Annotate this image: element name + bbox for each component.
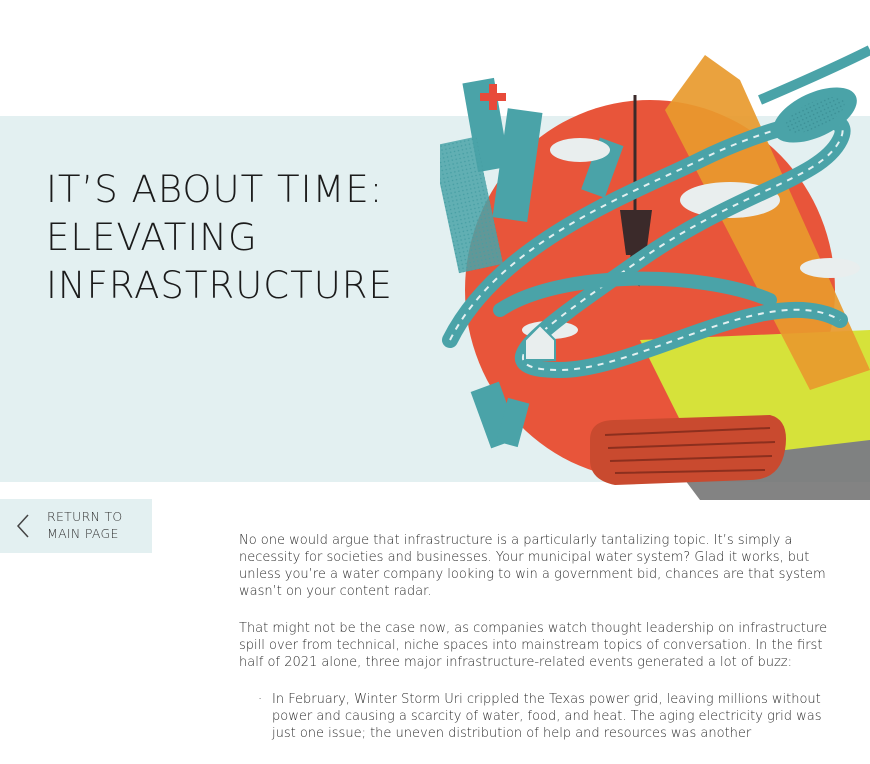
title-line-3: INFRASTRUCTURE [46, 264, 393, 307]
article-paragraph: No one would argue that infrastructure i… [239, 533, 826, 599]
article-paragraph: That might not be the case now, as compa… [239, 621, 828, 670]
return-to-main-button[interactable]: RETURN TO MAIN PAGE [0, 499, 152, 553]
title-line-2: ELEVATING [46, 216, 258, 259]
article-bullet-item: In February, Winter Storm Uri crippled t… [258, 691, 839, 742]
cloud-shape [550, 138, 610, 162]
infrastructure-illustration [440, 45, 870, 500]
page-title: IT’S ABOUT TIME: ELEVATING INFRASTRUCTUR… [46, 166, 393, 310]
return-label: RETURN TO MAIN PAGE [47, 508, 123, 542]
return-label-line-2: MAIN PAGE [47, 526, 119, 541]
title-line-1: IT’S ABOUT TIME: [46, 168, 384, 211]
excavator-track-shape [590, 415, 786, 485]
article-bullet-list: In February, Winter Storm Uri crippled t… [239, 691, 839, 742]
article-body: No one would argue that infrastructure i… [239, 532, 839, 742]
return-label-line-1: RETURN TO [47, 509, 123, 524]
chevron-left-icon [16, 514, 29, 538]
